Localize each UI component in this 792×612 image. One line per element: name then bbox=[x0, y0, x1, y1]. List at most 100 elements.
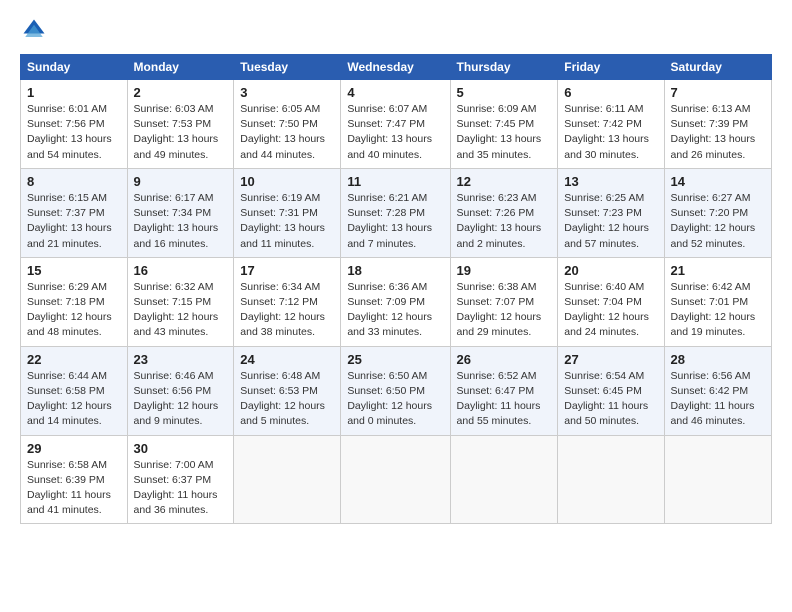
day-info: Sunrise: 6:01 AMSunset: 7:56 PMDaylight:… bbox=[27, 103, 112, 161]
table-row: 24 Sunrise: 6:48 AMSunset: 6:53 PMDaylig… bbox=[234, 346, 341, 435]
calendar-row: 15 Sunrise: 6:29 AMSunset: 7:18 PMDaylig… bbox=[21, 257, 772, 346]
day-info: Sunrise: 6:23 AMSunset: 7:26 PMDaylight:… bbox=[457, 192, 542, 250]
day-info: Sunrise: 6:11 AMSunset: 7:42 PMDaylight:… bbox=[564, 103, 649, 161]
day-number: 22 bbox=[27, 352, 121, 367]
table-row: 27 Sunrise: 6:54 AMSunset: 6:45 PMDaylig… bbox=[558, 346, 664, 435]
table-row: 23 Sunrise: 6:46 AMSunset: 6:56 PMDaylig… bbox=[127, 346, 234, 435]
day-number: 14 bbox=[671, 174, 765, 189]
empty-cell bbox=[234, 435, 341, 524]
table-row: 28 Sunrise: 6:56 AMSunset: 6:42 PMDaylig… bbox=[664, 346, 771, 435]
day-info: Sunrise: 6:27 AMSunset: 7:20 PMDaylight:… bbox=[671, 192, 756, 250]
day-info: Sunrise: 6:42 AMSunset: 7:01 PMDaylight:… bbox=[671, 281, 756, 339]
day-info: Sunrise: 6:25 AMSunset: 7:23 PMDaylight:… bbox=[564, 192, 649, 250]
day-number: 30 bbox=[134, 441, 228, 456]
col-friday: Friday bbox=[558, 55, 664, 80]
empty-cell bbox=[450, 435, 558, 524]
day-number: 26 bbox=[457, 352, 552, 367]
table-row: 21 Sunrise: 6:42 AMSunset: 7:01 PMDaylig… bbox=[664, 257, 771, 346]
table-row: 12 Sunrise: 6:23 AMSunset: 7:26 PMDaylig… bbox=[450, 168, 558, 257]
table-row: 1 Sunrise: 6:01 AMSunset: 7:56 PMDayligh… bbox=[21, 80, 128, 169]
day-number: 16 bbox=[134, 263, 228, 278]
day-number: 21 bbox=[671, 263, 765, 278]
table-row: 20 Sunrise: 6:40 AMSunset: 7:04 PMDaylig… bbox=[558, 257, 664, 346]
table-row: 8 Sunrise: 6:15 AMSunset: 7:37 PMDayligh… bbox=[21, 168, 128, 257]
day-info: Sunrise: 6:17 AMSunset: 7:34 PMDaylight:… bbox=[134, 192, 219, 250]
col-tuesday: Tuesday bbox=[234, 55, 341, 80]
day-number: 20 bbox=[564, 263, 657, 278]
day-number: 23 bbox=[134, 352, 228, 367]
empty-cell bbox=[341, 435, 450, 524]
calendar-row: 22 Sunrise: 6:44 AMSunset: 6:58 PMDaylig… bbox=[21, 346, 772, 435]
table-row: 3 Sunrise: 6:05 AMSunset: 7:50 PMDayligh… bbox=[234, 80, 341, 169]
table-row: 26 Sunrise: 6:52 AMSunset: 6:47 PMDaylig… bbox=[450, 346, 558, 435]
calendar-table: Sunday Monday Tuesday Wednesday Thursday… bbox=[20, 54, 772, 524]
day-info: Sunrise: 6:32 AMSunset: 7:15 PMDaylight:… bbox=[134, 281, 219, 339]
calendar-header-row: Sunday Monday Tuesday Wednesday Thursday… bbox=[21, 55, 772, 80]
table-row: 2 Sunrise: 6:03 AMSunset: 7:53 PMDayligh… bbox=[127, 80, 234, 169]
day-number: 3 bbox=[240, 85, 334, 100]
col-thursday: Thursday bbox=[450, 55, 558, 80]
day-info: Sunrise: 6:21 AMSunset: 7:28 PMDaylight:… bbox=[347, 192, 432, 250]
header bbox=[20, 16, 772, 44]
table-row: 11 Sunrise: 6:21 AMSunset: 7:28 PMDaylig… bbox=[341, 168, 450, 257]
day-info: Sunrise: 6:58 AMSunset: 6:39 PMDaylight:… bbox=[27, 459, 111, 517]
col-sunday: Sunday bbox=[21, 55, 128, 80]
day-info: Sunrise: 6:05 AMSunset: 7:50 PMDaylight:… bbox=[240, 103, 325, 161]
table-row: 7 Sunrise: 6:13 AMSunset: 7:39 PMDayligh… bbox=[664, 80, 771, 169]
day-info: Sunrise: 6:48 AMSunset: 6:53 PMDaylight:… bbox=[240, 370, 325, 428]
table-row: 4 Sunrise: 6:07 AMSunset: 7:47 PMDayligh… bbox=[341, 80, 450, 169]
day-info: Sunrise: 6:50 AMSunset: 6:50 PMDaylight:… bbox=[347, 370, 432, 428]
calendar-row: 29 Sunrise: 6:58 AMSunset: 6:39 PMDaylig… bbox=[21, 435, 772, 524]
day-info: Sunrise: 6:56 AMSunset: 6:42 PMDaylight:… bbox=[671, 370, 755, 428]
calendar-row: 1 Sunrise: 6:01 AMSunset: 7:56 PMDayligh… bbox=[21, 80, 772, 169]
table-row: 16 Sunrise: 6:32 AMSunset: 7:15 PMDaylig… bbox=[127, 257, 234, 346]
page: Sunday Monday Tuesday Wednesday Thursday… bbox=[0, 0, 792, 612]
col-saturday: Saturday bbox=[664, 55, 771, 80]
day-number: 29 bbox=[27, 441, 121, 456]
day-info: Sunrise: 6:40 AMSunset: 7:04 PMDaylight:… bbox=[564, 281, 649, 339]
table-row: 22 Sunrise: 6:44 AMSunset: 6:58 PMDaylig… bbox=[21, 346, 128, 435]
day-number: 2 bbox=[134, 85, 228, 100]
table-row: 30 Sunrise: 7:00 AMSunset: 6:37 PMDaylig… bbox=[127, 435, 234, 524]
day-number: 4 bbox=[347, 85, 443, 100]
table-row: 18 Sunrise: 6:36 AMSunset: 7:09 PMDaylig… bbox=[341, 257, 450, 346]
day-info: Sunrise: 6:03 AMSunset: 7:53 PMDaylight:… bbox=[134, 103, 219, 161]
day-info: Sunrise: 6:44 AMSunset: 6:58 PMDaylight:… bbox=[27, 370, 112, 428]
day-number: 28 bbox=[671, 352, 765, 367]
day-number: 27 bbox=[564, 352, 657, 367]
day-info: Sunrise: 6:07 AMSunset: 7:47 PMDaylight:… bbox=[347, 103, 432, 161]
table-row: 14 Sunrise: 6:27 AMSunset: 7:20 PMDaylig… bbox=[664, 168, 771, 257]
day-info: Sunrise: 7:00 AMSunset: 6:37 PMDaylight:… bbox=[134, 459, 218, 517]
day-number: 10 bbox=[240, 174, 334, 189]
day-info: Sunrise: 6:29 AMSunset: 7:18 PMDaylight:… bbox=[27, 281, 112, 339]
table-row: 29 Sunrise: 6:58 AMSunset: 6:39 PMDaylig… bbox=[21, 435, 128, 524]
table-row: 17 Sunrise: 6:34 AMSunset: 7:12 PMDaylig… bbox=[234, 257, 341, 346]
day-number: 12 bbox=[457, 174, 552, 189]
table-row: 19 Sunrise: 6:38 AMSunset: 7:07 PMDaylig… bbox=[450, 257, 558, 346]
day-info: Sunrise: 6:46 AMSunset: 6:56 PMDaylight:… bbox=[134, 370, 219, 428]
day-number: 18 bbox=[347, 263, 443, 278]
logo bbox=[20, 16, 54, 44]
day-number: 6 bbox=[564, 85, 657, 100]
day-info: Sunrise: 6:34 AMSunset: 7:12 PMDaylight:… bbox=[240, 281, 325, 339]
table-row: 25 Sunrise: 6:50 AMSunset: 6:50 PMDaylig… bbox=[341, 346, 450, 435]
day-info: Sunrise: 6:38 AMSunset: 7:07 PMDaylight:… bbox=[457, 281, 542, 339]
empty-cell bbox=[664, 435, 771, 524]
day-number: 19 bbox=[457, 263, 552, 278]
day-info: Sunrise: 6:09 AMSunset: 7:45 PMDaylight:… bbox=[457, 103, 542, 161]
table-row: 15 Sunrise: 6:29 AMSunset: 7:18 PMDaylig… bbox=[21, 257, 128, 346]
table-row: 6 Sunrise: 6:11 AMSunset: 7:42 PMDayligh… bbox=[558, 80, 664, 169]
day-info: Sunrise: 6:15 AMSunset: 7:37 PMDaylight:… bbox=[27, 192, 112, 250]
day-info: Sunrise: 6:19 AMSunset: 7:31 PMDaylight:… bbox=[240, 192, 325, 250]
day-info: Sunrise: 6:36 AMSunset: 7:09 PMDaylight:… bbox=[347, 281, 432, 339]
table-row: 9 Sunrise: 6:17 AMSunset: 7:34 PMDayligh… bbox=[127, 168, 234, 257]
table-row: 10 Sunrise: 6:19 AMSunset: 7:31 PMDaylig… bbox=[234, 168, 341, 257]
table-row: 13 Sunrise: 6:25 AMSunset: 7:23 PMDaylig… bbox=[558, 168, 664, 257]
day-number: 25 bbox=[347, 352, 443, 367]
day-number: 15 bbox=[27, 263, 121, 278]
col-wednesday: Wednesday bbox=[341, 55, 450, 80]
day-number: 5 bbox=[457, 85, 552, 100]
day-number: 24 bbox=[240, 352, 334, 367]
day-number: 13 bbox=[564, 174, 657, 189]
day-number: 7 bbox=[671, 85, 765, 100]
